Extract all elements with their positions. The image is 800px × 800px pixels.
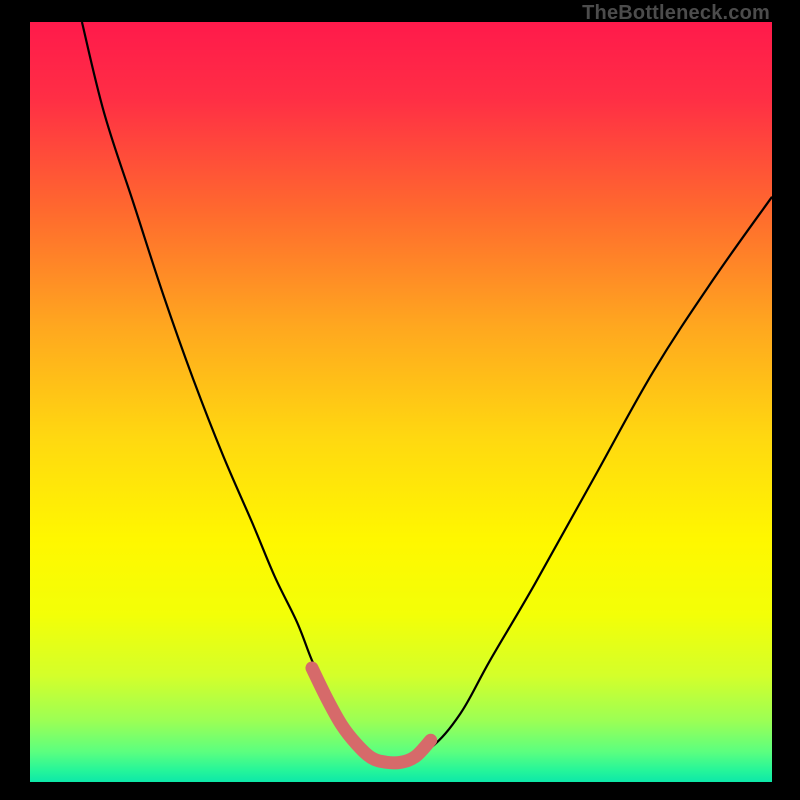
bottleneck-chart bbox=[30, 22, 772, 782]
chart-frame: TheBottleneck.com bbox=[0, 0, 800, 800]
plot-background bbox=[30, 22, 772, 782]
